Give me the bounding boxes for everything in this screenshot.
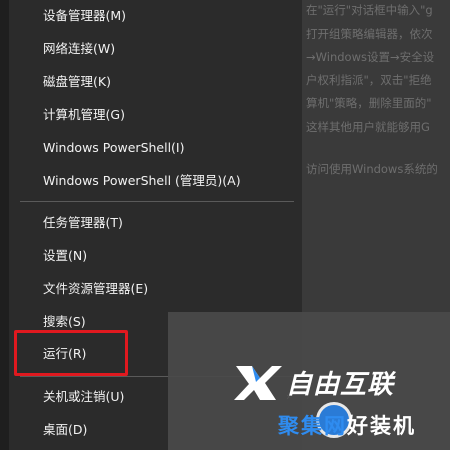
- watermark-white-text: 好装机: [347, 414, 416, 438]
- menu-item-settings[interactable]: 设置(N): [43, 245, 87, 267]
- background-text-line: 访问使用Windows系统的: [306, 162, 438, 176]
- background-text-line: 在"运行"对话框中输入"g: [306, 3, 433, 17]
- menu-item-device-manager[interactable]: 设备管理器(M): [43, 5, 126, 27]
- watermark-x-logo-icon: [234, 366, 282, 400]
- background-text-line: 这样其他用户就能够用G: [306, 120, 430, 134]
- watermark-bottom-text: 聚集网好装机: [278, 410, 416, 440]
- menu-item-file-explorer[interactable]: 文件资源管理器(E): [43, 278, 148, 300]
- background-text-line: 户权利指派"，双击"拒绝: [306, 73, 432, 87]
- menu-item-disk-management[interactable]: 磁盘管理(K): [43, 71, 111, 93]
- watermark-blue-text: 聚集网: [278, 414, 347, 438]
- menu-item-powershell[interactable]: Windows PowerShell(I): [43, 137, 185, 159]
- run-highlight-box: [14, 330, 128, 376]
- menu-item-powershell-admin[interactable]: Windows PowerShell (管理员)(A): [43, 170, 241, 192]
- background-text-line: 打开组策略编辑器，依次: [306, 27, 433, 41]
- menu-item-task-manager[interactable]: 任务管理器(T): [43, 212, 123, 234]
- watermark: 自由互联 聚集网好装机: [230, 360, 450, 450]
- background-text-line: 算机"策略，删除里面的": [306, 96, 432, 110]
- menu-item-desktop[interactable]: 桌面(D): [43, 419, 87, 441]
- menu-item-computer-management[interactable]: 计算机管理(G): [43, 104, 125, 126]
- background-text-line: →Windows设置→安全设: [306, 50, 435, 64]
- menu-separator: [20, 201, 294, 202]
- menu-item-shutdown-signout[interactable]: 关机或注销(U): [43, 386, 124, 408]
- menu-item-network-connections[interactable]: 网络连接(W): [43, 38, 115, 60]
- menu-edge: [0, 0, 9, 450]
- watermark-top-text: 自由互联: [286, 370, 395, 400]
